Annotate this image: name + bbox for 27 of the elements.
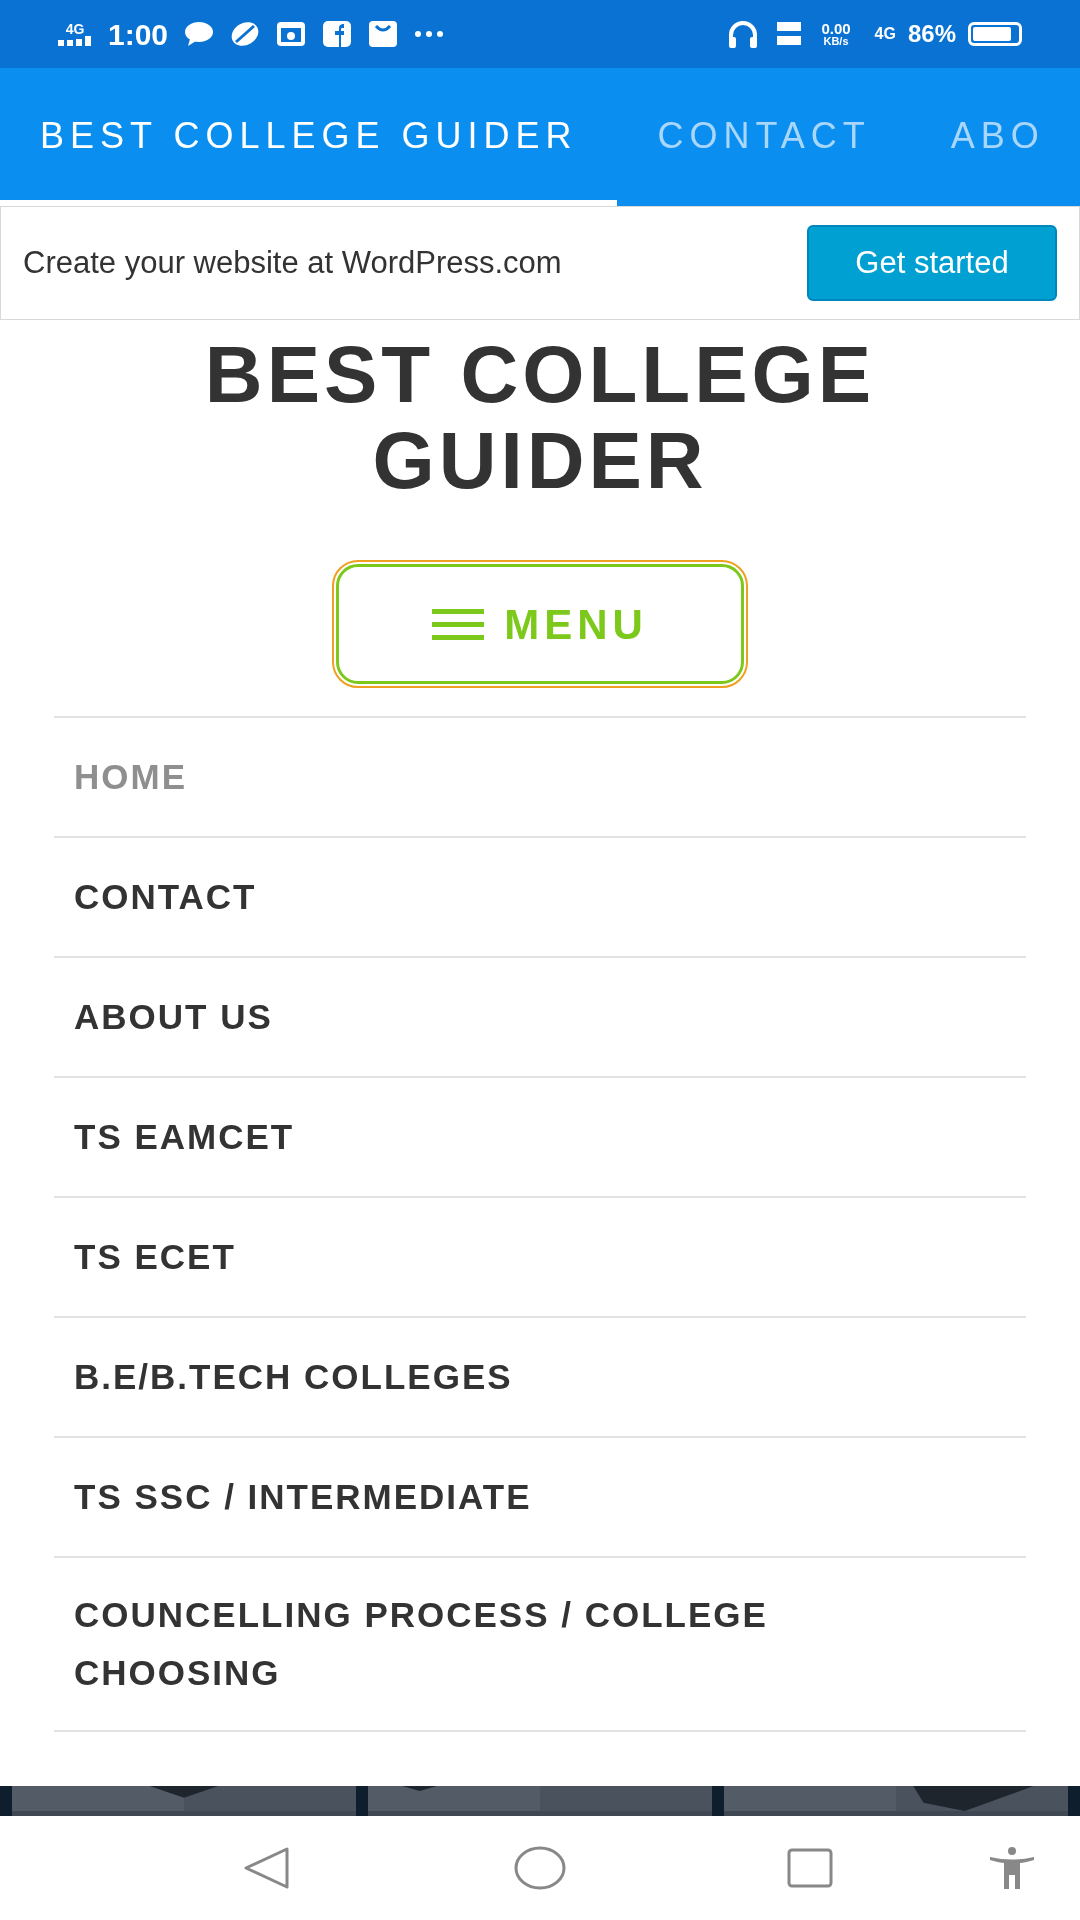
menu-item[interactable]: B.E/B.TECH COLLEGES [74,1348,513,1406]
clock-time: 1:00 [108,16,169,53]
speed-unit: KB/s [823,36,849,47]
back-icon[interactable] [243,1846,289,1890]
recents-icon[interactable] [787,1848,833,1888]
menu-icon [432,607,485,641]
menu-item[interactable]: CONTACT [74,868,257,926]
data-network-label: 4G [874,24,896,44]
banner-text: Create your website at WordPress.com [23,243,562,282]
battery-percent: 86% [907,19,956,49]
menu-item[interactable]: TS SSC / INTERMEDIATE [74,1468,532,1526]
chat-icon [184,21,215,47]
menu-item[interactable]: COUNCELLING PROCESS / COLLEGE CHOOSING [74,1586,854,1702]
speed-value: 0.00 [821,21,851,36]
facebook-icon [322,20,353,48]
battery-icon [968,22,1022,46]
network-label: 4G [65,22,85,36]
signal-icon [58,36,92,46]
menu-item[interactable]: TS ECET [74,1228,236,1286]
home-icon[interactable] [514,1846,566,1890]
accessibility-icon[interactable] [988,1847,1036,1889]
bag-icon [368,20,399,48]
more-icon [414,30,445,38]
menu-item[interactable]: TS EAMCET [74,1108,295,1166]
headphones-icon [727,19,760,49]
site-title: BEST COLLEGE GUIDER [203,332,877,504]
menu-item[interactable]: ABOUT US [74,988,273,1046]
